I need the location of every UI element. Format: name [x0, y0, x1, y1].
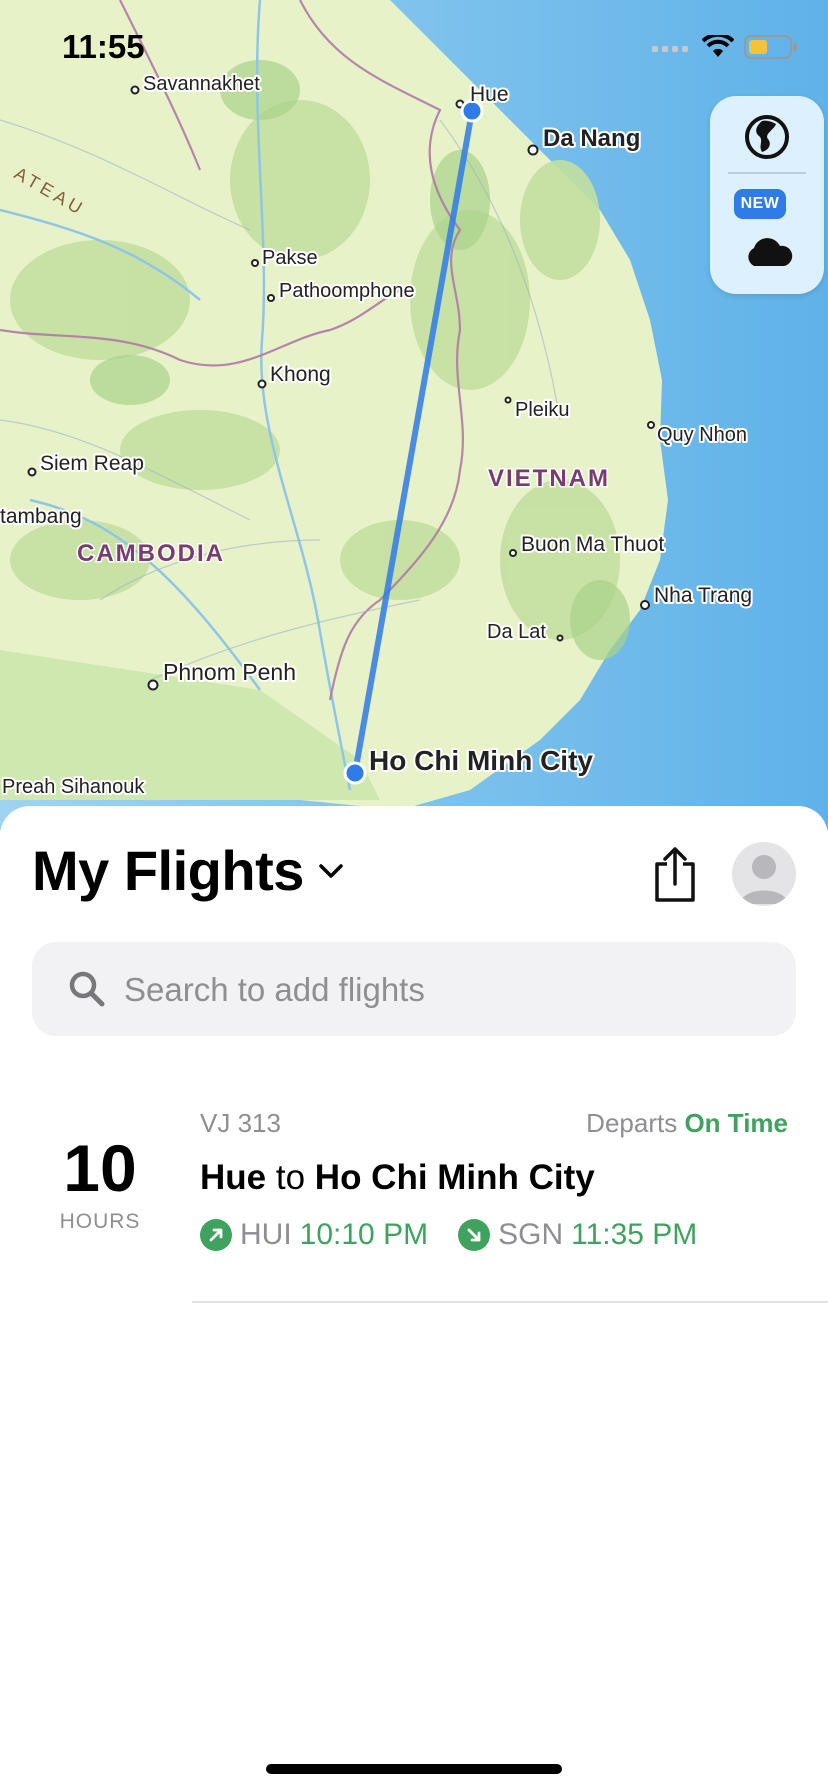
departure-status: Departs On Time [586, 1108, 788, 1139]
status-indicators [652, 34, 798, 60]
label-khong: Khong [270, 363, 331, 386]
search-input[interactable] [122, 942, 766, 1038]
row-divider [192, 1301, 828, 1303]
wifi-icon [702, 35, 734, 57]
label-hue: Hue [470, 83, 509, 106]
arrival-arrow-icon [458, 1219, 491, 1251]
label-ho-chi-minh-city: Ho Chi Minh City [369, 745, 593, 776]
flight-times: HUI 10:10 PM SGN 11:35 PM [200, 1218, 727, 1252]
chevron-down-icon[interactable] [318, 862, 344, 880]
hours-until-label: HOURS [59, 1210, 141, 1233]
label-da-nang: Da Nang [543, 125, 640, 152]
new-badge: NEW [734, 189, 786, 219]
cloud-icon[interactable] [742, 232, 794, 272]
destination-city: Ho Chi Minh City [314, 1158, 595, 1197]
label-preah-sihanouk: Preah Sihanouk [2, 776, 145, 798]
destination-code: SGN [498, 1218, 564, 1251]
label-pathoomphone: Pathoomphone [279, 280, 415, 302]
origin-city: Hue [200, 1158, 267, 1197]
departure-arrow-icon [200, 1219, 232, 1251]
label-phnom-penh: Phnom Penh [163, 659, 296, 685]
arrival-time: 11:35 PM [571, 1218, 698, 1251]
label-savannakhet: Savannakhet [143, 73, 260, 95]
flight-number: VJ 313 [200, 1108, 281, 1138]
flight-route: Hue to Ho Chi Minh City [200, 1158, 595, 1198]
map-controls-panel: NEW [710, 96, 824, 294]
label-pakse: Pakse [262, 247, 318, 269]
person-icon [740, 855, 788, 904]
label-siem-reap: Siem Reap [40, 452, 144, 475]
label-battambang: tambang [0, 505, 82, 528]
label-cambodia: CAMBODIA [77, 540, 225, 567]
departure-time: 10:10 PM [299, 1218, 429, 1251]
hours-until-value: 10 [63, 1131, 137, 1205]
destination-marker [343, 761, 367, 785]
label-vietnam: VIETNAM [488, 465, 610, 492]
label-pleiku: Pleiku [515, 399, 569, 421]
label-da-lat: Da Lat [487, 621, 546, 643]
avatar[interactable] [732, 842, 796, 906]
label-buon-ma-thuot: Buon Ma Thuot [521, 533, 664, 556]
label-quy-nhon: Quy Nhon [657, 424, 747, 446]
page-title[interactable]: My Flights [32, 838, 304, 903]
status-prefix: Departs [586, 1108, 678, 1138]
home-indicator[interactable] [266, 1764, 562, 1774]
status-time: 11:55 [62, 28, 145, 65]
search-icon [69, 971, 105, 1007]
flight-map[interactable]: Savannakhet Hue Da Nang Pakse Pathoompho… [0, 0, 828, 830]
globe-icon[interactable] [744, 114, 790, 160]
share-icon[interactable] [652, 846, 698, 904]
status-badge: On Time [684, 1108, 788, 1138]
search-bar[interactable] [32, 942, 796, 1038]
cellular-signal-icon [652, 46, 688, 52]
battery-icon [744, 35, 797, 59]
label-nha-trang: Nha Trang [654, 584, 752, 607]
origin-code: HUI [240, 1218, 292, 1251]
controls-divider [728, 172, 806, 174]
route-connector: to [275, 1158, 306, 1197]
